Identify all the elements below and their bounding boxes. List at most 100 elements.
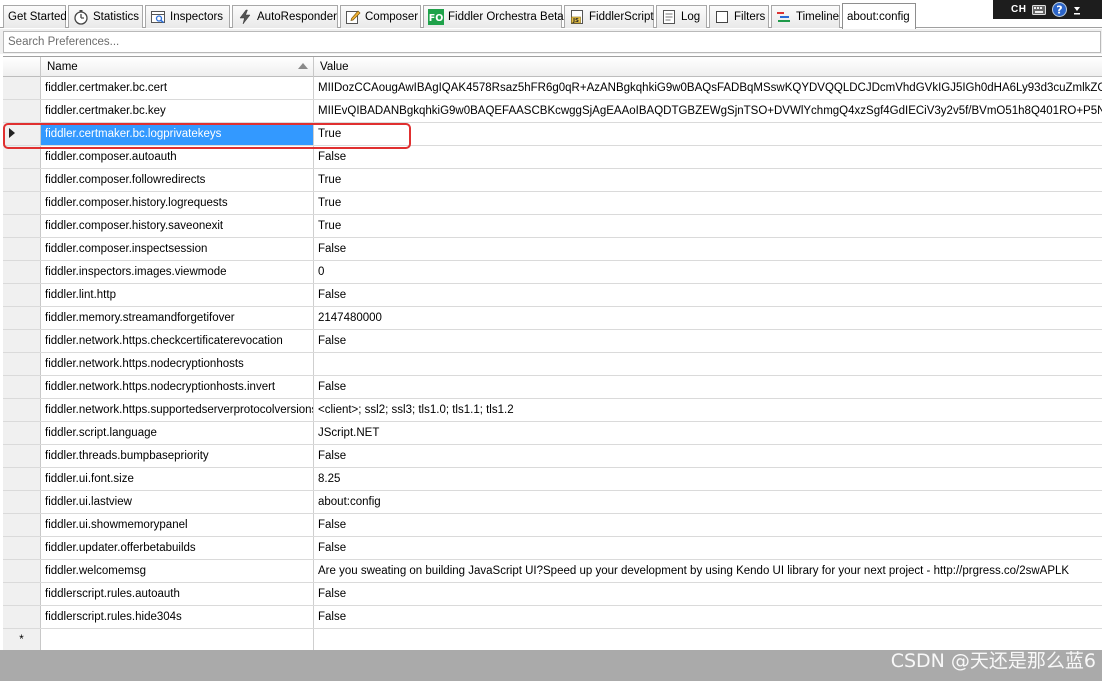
pref-value-cell[interactable]: MIIDozCCAougAwIBAgIQAK4578Rsaz5hFR6g0qR+… — [314, 77, 1102, 99]
table-row[interactable]: fiddler.composer.history.saveonexit True — [3, 215, 1102, 238]
table-row[interactable]: fiddler.ui.font.size 8.25 — [3, 468, 1102, 491]
tab-composer[interactable]: Composer — [340, 5, 421, 28]
row-header[interactable] — [3, 445, 41, 467]
pref-value-cell[interactable]: False — [314, 376, 1102, 398]
row-header[interactable] — [3, 376, 41, 398]
row-header[interactable] — [3, 399, 41, 421]
table-row[interactable]: fiddler.welcomemsg Are you sweating on bu… — [3, 560, 1102, 583]
tab-filters[interactable]: Filters — [709, 5, 769, 28]
pref-name-cell[interactable]: fiddler.network.https.supportedserverpro… — [41, 399, 314, 421]
row-header-corner[interactable] — [3, 57, 41, 77]
pref-value-cell[interactable]: True — [314, 169, 1102, 191]
pref-value-cell[interactable]: True — [314, 123, 1102, 145]
row-header[interactable] — [3, 238, 41, 260]
pref-value-cell[interactable]: False — [314, 330, 1102, 352]
pref-value-cell[interactable]: 8.25 — [314, 468, 1102, 490]
new-row-name-cell[interactable] — [41, 629, 314, 650]
row-header[interactable] — [3, 537, 41, 559]
pref-value-cell[interactable]: <client>; ssl2; ssl3; tls1.0; tls1.1; tl… — [314, 399, 1102, 421]
table-row[interactable]: fiddler.memory.streamandforgetifover 2147… — [3, 307, 1102, 330]
pref-name-cell[interactable]: fiddler.certmaker.bc.cert — [41, 77, 314, 99]
row-header[interactable] — [3, 100, 41, 122]
pref-value-cell[interactable]: False — [314, 284, 1102, 306]
new-row-value-cell[interactable] — [314, 629, 1102, 650]
tab-fiddlerscript[interactable]: JS FiddlerScript — [564, 5, 654, 28]
pref-value-cell[interactable]: False — [314, 146, 1102, 168]
pref-value-cell[interactable]: False — [314, 537, 1102, 559]
row-header[interactable] — [3, 261, 41, 283]
tab-autoresponder[interactable]: AutoResponder — [232, 5, 338, 28]
pref-name-cell[interactable]: fiddler.threads.bumpbasepriority — [41, 445, 314, 467]
tab-fiddler-orchestra[interactable]: FO Fiddler Orchestra Beta — [423, 5, 564, 28]
pref-name-cell[interactable]: fiddler.welcomemsg — [41, 560, 314, 582]
pref-name-cell[interactable]: fiddler.ui.showmemorypanel — [41, 514, 314, 536]
row-header[interactable] — [3, 583, 41, 605]
pref-name-cell[interactable]: fiddler.certmaker.bc.logprivatekeys — [41, 123, 314, 145]
pref-value-cell[interactable]: False — [314, 583, 1102, 605]
row-header[interactable] — [3, 169, 41, 191]
pref-name-cell[interactable]: fiddlerscript.rules.hide304s — [41, 606, 314, 628]
pref-name-cell[interactable]: fiddler.inspectors.images.viewmode — [41, 261, 314, 283]
pref-value-cell[interactable]: 2147480000 — [314, 307, 1102, 329]
table-row[interactable]: fiddler.composer.autoauth False — [3, 146, 1102, 169]
pref-name-cell[interactable]: fiddler.composer.history.logrequests — [41, 192, 314, 214]
pref-name-cell[interactable]: fiddler.updater.offerbetabuilds — [41, 537, 314, 559]
pref-value-cell[interactable]: Are you sweating on building JavaScript … — [314, 560, 1102, 582]
row-header[interactable] — [3, 606, 41, 628]
row-header[interactable] — [3, 491, 41, 513]
table-row[interactable]: fiddler.composer.followredirects True — [3, 169, 1102, 192]
tray-menu-icon[interactable] — [1073, 4, 1081, 16]
pref-name-cell[interactable]: fiddler.composer.followredirects — [41, 169, 314, 191]
pref-name-cell[interactable]: fiddler.script.language — [41, 422, 314, 444]
table-row[interactable]: fiddler.network.https.supportedserverpro… — [3, 399, 1102, 422]
row-header[interactable] — [3, 560, 41, 582]
column-header-value[interactable]: Value — [314, 57, 1102, 77]
tab-timeline[interactable]: Timeline — [771, 5, 840, 28]
table-row[interactable]: fiddler.composer.history.logrequests True — [3, 192, 1102, 215]
pref-value-cell[interactable]: False — [314, 514, 1102, 536]
search-preferences-input[interactable] — [3, 31, 1101, 53]
pref-name-cell[interactable]: fiddler.ui.lastview — [41, 491, 314, 513]
row-header[interactable] — [3, 123, 41, 145]
pref-value-cell[interactable]: MIIEvQIBADANBgkqhkiG9w0BAQEFAASCBKcwggSj… — [314, 100, 1102, 122]
tab-statistics[interactable]: Statistics — [68, 5, 143, 28]
pref-value-cell[interactable]: False — [314, 238, 1102, 260]
table-row[interactable]: fiddler.threads.bumpbasepriority False — [3, 445, 1102, 468]
input-language-indicator[interactable]: CH — [1011, 4, 1026, 15]
table-row[interactable]: fiddlerscript.rules.hide304s False — [3, 606, 1102, 629]
pref-value-cell[interactable] — [314, 353, 1102, 375]
table-row[interactable]: fiddler.composer.inspectsession False — [3, 238, 1102, 261]
pref-name-cell[interactable]: fiddler.network.https.checkcertificatere… — [41, 330, 314, 352]
row-header[interactable] — [3, 215, 41, 237]
row-header[interactable] — [3, 192, 41, 214]
row-header[interactable] — [3, 514, 41, 536]
new-row-marker[interactable]: * — [3, 629, 41, 650]
row-header[interactable] — [3, 77, 41, 99]
row-header[interactable] — [3, 146, 41, 168]
tab-about-config[interactable]: about:config — [842, 3, 916, 29]
pref-value-cell[interactable]: True — [314, 215, 1102, 237]
table-row[interactable]: fiddlerscript.rules.autoauth False — [3, 583, 1102, 606]
table-row[interactable]: fiddler.network.https.checkcertificatere… — [3, 330, 1102, 353]
table-row[interactable]: fiddler.certmaker.bc.cert MIIDozCCAougAwI… — [3, 77, 1102, 100]
table-row[interactable]: fiddler.certmaker.bc.key MIIEvQIBADANBgkq… — [3, 100, 1102, 123]
pref-value-cell[interactable]: JScript.NET — [314, 422, 1102, 444]
row-header[interactable] — [3, 284, 41, 306]
help-icon[interactable]: ? — [1052, 2, 1068, 17]
table-row[interactable]: fiddler.certmaker.bc.logprivatekeys True — [3, 123, 1102, 146]
row-header[interactable] — [3, 422, 41, 444]
row-header[interactable] — [3, 468, 41, 490]
pref-name-cell[interactable]: fiddlerscript.rules.autoauth — [41, 583, 314, 605]
table-row[interactable]: fiddler.script.language JScript.NET — [3, 422, 1102, 445]
pref-value-cell[interactable]: True — [314, 192, 1102, 214]
row-header[interactable] — [3, 330, 41, 352]
pref-value-cell[interactable]: False — [314, 445, 1102, 467]
pref-name-cell[interactable]: fiddler.memory.streamandforgetifover — [41, 307, 314, 329]
pref-name-cell[interactable]: fiddler.network.https.nodecryptionhosts.… — [41, 376, 314, 398]
table-row[interactable]: fiddler.inspectors.images.viewmode 0 — [3, 261, 1102, 284]
pref-name-cell[interactable]: fiddler.composer.autoauth — [41, 146, 314, 168]
pref-name-cell[interactable]: fiddler.certmaker.bc.key — [41, 100, 314, 122]
table-row[interactable]: fiddler.lint.http False — [3, 284, 1102, 307]
row-header[interactable] — [3, 307, 41, 329]
pref-value-cell[interactable]: 0 — [314, 261, 1102, 283]
